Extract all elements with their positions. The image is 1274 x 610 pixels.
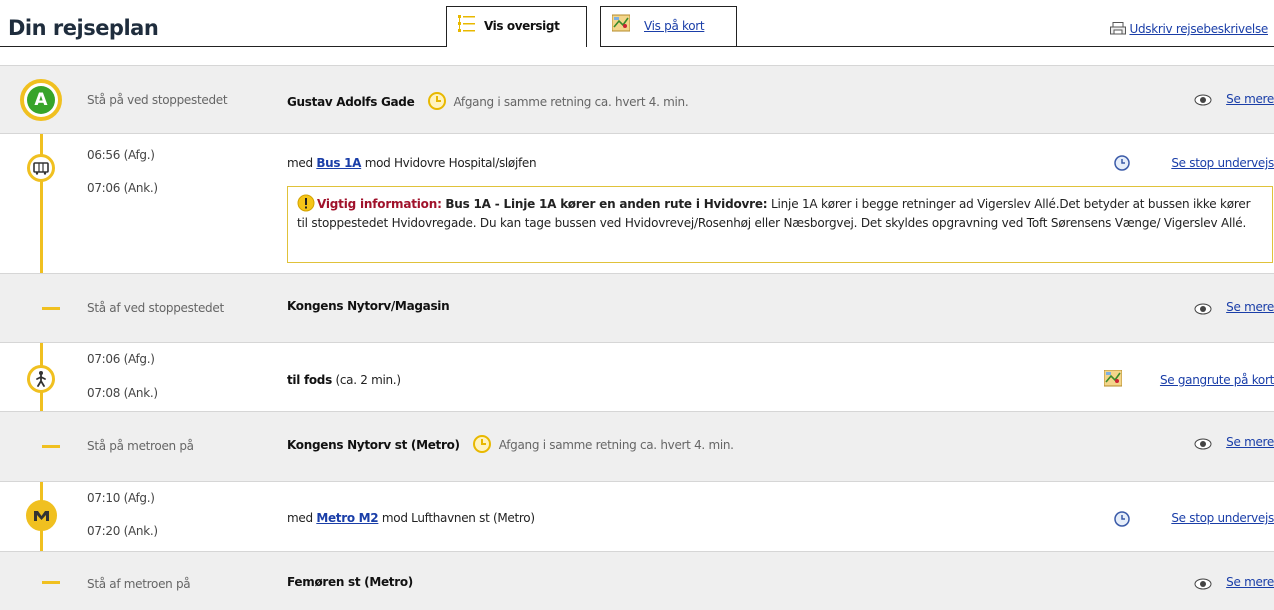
start-letter: A (27, 86, 55, 114)
eye-icon (1194, 438, 1212, 450)
see-more-link[interactable]: Se mere (1226, 435, 1274, 449)
metro-line-link[interactable]: Metro M2 (316, 511, 378, 525)
page-title: Din rejseplan (8, 16, 159, 40)
stop-action: Stå af metroen på (87, 577, 191, 591)
stop-name-line: Kongens Nytorv st (Metro) Afgang i samme… (287, 435, 734, 453)
printer-icon (1110, 22, 1127, 35)
bus-icon-marker (27, 154, 55, 182)
stop-name: Gustav Adolfs Gade (287, 95, 415, 109)
arrival-time: 07:08 (Ank.) (87, 386, 158, 400)
route-tick (42, 581, 60, 584)
stop-row: Stå af ved stoppestedet Kongens Nytorv/M… (0, 273, 1274, 342)
stop-name-line: Kongens Nytorv/Magasin (287, 299, 450, 313)
map-icon (612, 14, 630, 32)
see-stops-link[interactable]: Se stop undervejs (1171, 511, 1274, 525)
leg-description: til fods (ca. 2 min.) (287, 373, 401, 387)
stop-row: Stå af metroen på Femøren st (Metro) Se … (0, 551, 1274, 610)
see-stops-link[interactable]: Se stop undervejs (1171, 156, 1274, 170)
stop-action: Stå på ved stoppestedet (87, 93, 228, 107)
tab-overview[interactable]: Vis oversigt (446, 6, 587, 47)
tab-overview-label: Vis oversigt (484, 19, 560, 33)
stop-row: A Stå på ved stoppestedet Gustav Adolfs … (0, 65, 1274, 133)
see-more-link[interactable]: Se mere (1226, 92, 1274, 106)
print-link[interactable]: Udskriv rejsebeskrivelse (1110, 22, 1268, 36)
bus-icon (33, 162, 49, 175)
leg-row: 07:06 (Afg.) 07:08 (Ank.) til fods (ca. … (0, 342, 1274, 411)
header: Din rejseplan Vis oversigt Vis på kort U… (0, 0, 1274, 48)
important-info-box: Vigtig information: Bus 1A - Linje 1A kø… (287, 186, 1273, 263)
warning-icon (297, 194, 315, 212)
eye-icon (1194, 94, 1212, 106)
departure-time: 07:06 (Afg.) (87, 352, 155, 366)
frequency-text: Afgang i samme retning ca. hvert 4. min. (498, 438, 734, 452)
walk-duration: (ca. 2 min.) (335, 373, 401, 387)
stop-name: Kongens Nytorv st (Metro) (287, 438, 460, 452)
tab-map[interactable]: Vis på kort (600, 6, 737, 47)
route-tick (42, 445, 60, 448)
stop-name: Femøren st (Metro) (287, 575, 413, 589)
leg-description: med Bus 1A mod Hvidovre Hospital/sløjfen (287, 156, 537, 170)
warning-title: Vigtig information: (317, 197, 442, 211)
leg-direction: mod Hvidovre Hospital/sløjfen (364, 156, 537, 170)
clock-icon (427, 92, 446, 110)
leg-direction: mod Lufthavnen st (Metro) (381, 511, 535, 525)
leg-prefix: med (287, 511, 313, 525)
eye-icon (1194, 303, 1212, 315)
stop-action: Stå af ved stoppestedet (87, 301, 224, 315)
see-walk-route-link[interactable]: Se gangrute på kort (1160, 373, 1274, 387)
see-more-link[interactable]: Se mere (1226, 300, 1274, 314)
stop-name-line: Gustav Adolfs Gade Afgang i samme retnin… (287, 92, 689, 110)
print-label: Udskriv rejsebeskrivelse (1129, 22, 1268, 36)
divider (737, 46, 1274, 47)
departure-time: 07:10 (Afg.) (87, 491, 155, 505)
stop-name: Kongens Nytorv/Magasin (287, 299, 450, 313)
list-icon (458, 15, 475, 32)
tab-map-label: Vis på kort (644, 19, 705, 33)
arrival-time: 07:06 (Ank.) (87, 181, 158, 195)
walk-icon-marker (27, 365, 55, 393)
map-icon (1104, 370, 1122, 387)
clock-icon (1114, 155, 1130, 171)
start-marker: A (20, 79, 62, 121)
metro-icon (34, 511, 49, 521)
walk-label: til fods (287, 373, 332, 387)
stop-row: Stå på metroen på Kongens Nytorv st (Met… (0, 411, 1274, 481)
route-tick (42, 307, 60, 310)
walk-icon (36, 371, 46, 387)
frequency-text: Afgang i samme retning ca. hvert 4. min. (453, 95, 689, 109)
leg-prefix: med (287, 156, 313, 170)
stop-name-line: Femøren st (Metro) (287, 575, 413, 589)
clock-icon (1114, 511, 1130, 527)
eye-icon (1194, 578, 1212, 590)
arrival-time: 07:20 (Ank.) (87, 524, 158, 538)
warning-heading: Bus 1A - Linje 1A kører en anden rute i … (445, 197, 768, 211)
bus-line-link[interactable]: Bus 1A (316, 156, 361, 170)
leg-description: med Metro M2 mod Lufthavnen st (Metro) (287, 511, 535, 525)
leg-row: 07:10 (Afg.) 07:20 (Ank.) med Metro M2 m… (0, 481, 1274, 551)
departure-time: 06:56 (Afg.) (87, 148, 155, 162)
see-more-link[interactable]: Se mere (1226, 575, 1274, 589)
divider (0, 46, 446, 47)
stop-action: Stå på metroen på (87, 439, 194, 453)
clock-icon (473, 435, 492, 453)
metro-icon-marker (26, 500, 57, 531)
